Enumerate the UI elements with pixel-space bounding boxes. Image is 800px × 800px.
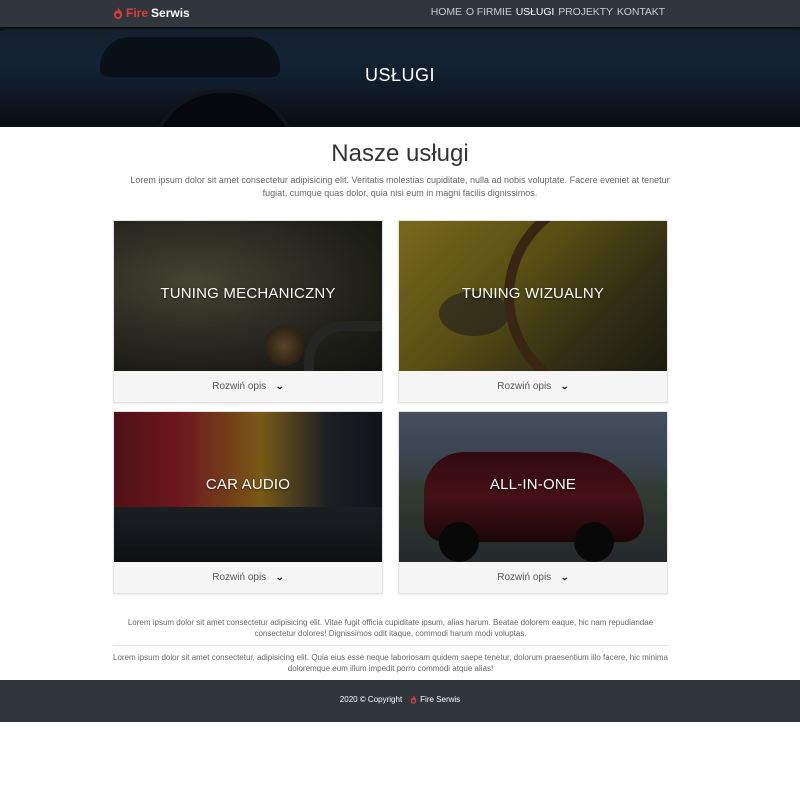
copyright-text: 2020 © Copyright (339, 695, 403, 704)
double-chevron-down-icon: ⌄ (275, 572, 285, 582)
nav-item-uslugi[interactable]: USŁUGI (516, 6, 555, 18)
expand-description-button[interactable]: Rozwiń opis ⌄ (399, 562, 667, 593)
double-chevron-down-icon: ⌄ (275, 381, 285, 391)
expand-description-button[interactable]: Rozwiń opis ⌄ (114, 562, 382, 593)
service-card-title: CAR AUDIO (205, 476, 291, 493)
bottom-paragraph-1: Lorem ipsum dolor sit amet consectetur a… (127, 618, 654, 638)
service-card-visual: TUNING WIZUALNY Rozwiń opis ⌄ (398, 220, 668, 403)
page-footer: 2020 © Copyright Fire Serwis (0, 680, 800, 722)
service-card-title: TUNING MECHANICZNY (160, 285, 336, 302)
bottom-paragraph-2: Lorem ipsum dolor sit amet consectetur, … (113, 653, 668, 673)
divider (113, 645, 668, 646)
flame-icon (410, 695, 417, 704)
main-nav: HOME O FIRMIE USŁUGI PROJEKTY KONTAKT (427, 6, 665, 18)
hero-banner: USŁUGI (0, 27, 800, 127)
double-chevron-down-icon: ⌄ (560, 572, 570, 582)
brand-fire: Fire (126, 6, 149, 20)
nav-item-kontakt[interactable]: KONTAKT (617, 6, 665, 18)
brand-serwis: Serwis (151, 6, 190, 20)
nav-item-o-firmie[interactable]: O FIRMIE (466, 6, 512, 18)
service-card-audio: CAR AUDIO Rozwiń opis ⌄ (113, 411, 383, 594)
nav-item-projekty[interactable]: PROJEKTY (558, 6, 613, 18)
service-card-title: ALL-IN-ONE (489, 476, 577, 493)
expand-description-button[interactable]: Rozwiń opis ⌄ (114, 371, 382, 402)
footer-brand: Fire Serwis (420, 695, 461, 704)
service-card-mechanical: TUNING MECHANICZNY Rozwiń opis ⌄ (113, 220, 383, 403)
nav-item-home[interactable]: HOME (431, 6, 462, 18)
section-title: Nasze usługi (331, 140, 469, 167)
service-card-title: TUNING WIZUALNY (461, 285, 605, 302)
expand-label: Rozwiń opis (497, 572, 552, 583)
section-intro: Lorem ipsum dolor sit amet consectetur a… (130, 175, 670, 198)
navbar: Fire Serwis HOME O FIRMIE USŁUGI PROJEKTY… (0, 0, 800, 27)
brand-logo[interactable]: Fire Serwis (113, 4, 190, 22)
expand-label: Rozwiń opis (497, 381, 552, 392)
expand-label: Rozwiń opis (212, 381, 267, 392)
expand-description-button[interactable]: Rozwiń opis ⌄ (399, 371, 667, 402)
copyright: 2020 © Copyright Fire Serwis (0, 695, 800, 704)
expand-label: Rozwiń opis (212, 572, 267, 583)
hero-title: USŁUGI (364, 65, 436, 85)
flame-icon (114, 7, 122, 19)
double-chevron-down-icon: ⌄ (560, 381, 570, 391)
service-card-all-in-one: ALL-IN-ONE Rozwiń opis ⌄ (398, 411, 668, 594)
